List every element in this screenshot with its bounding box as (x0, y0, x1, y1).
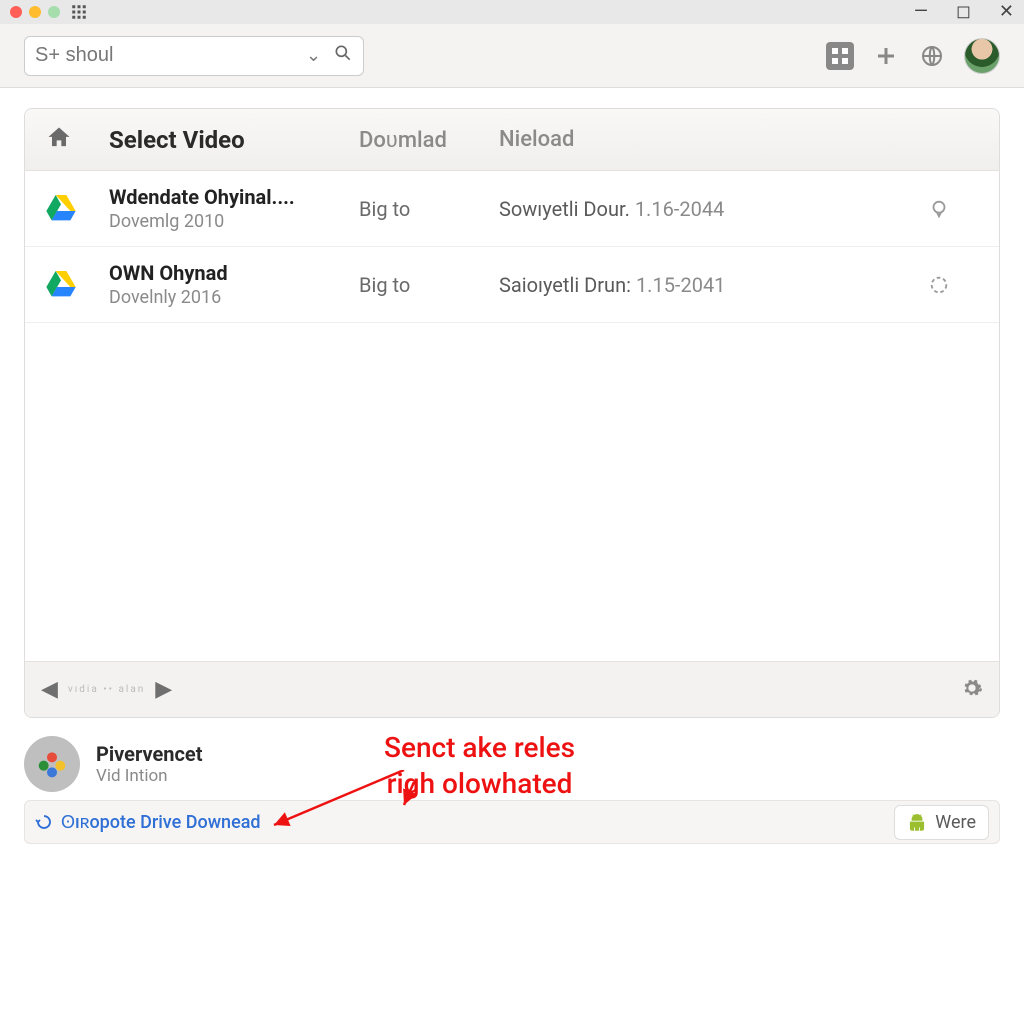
row-download: Big to (359, 197, 499, 221)
account-badge-icon[interactable] (24, 736, 80, 792)
column-nieload: Nieload (499, 127, 899, 152)
row-nieload: Sowıyetli Dour. 1.16-2044 (499, 197, 899, 221)
android-icon (907, 812, 927, 832)
were-button[interactable]: Were (894, 805, 989, 840)
row-title: OWN Ohynad (109, 261, 359, 285)
account-strip: Pivervencet Vid Intion Senct ake reles r… (24, 736, 1000, 792)
row-subtitle: Dovelnly 2016 (109, 287, 359, 308)
toolbar: ⌄ (0, 24, 1024, 88)
grid-view-icon[interactable] (826, 42, 854, 70)
table-row[interactable]: OWN Ohynad Dovelnly 2016 Big to Saioıyet… (25, 247, 999, 323)
drive-download-label: ʘıʀopote Drive Downead (61, 812, 261, 833)
row-main: OWN Ohynad Dovelnly 2016 (109, 261, 359, 308)
drive-icon (45, 267, 109, 303)
minimize-icon[interactable]: — (914, 3, 928, 21)
search-input[interactable] (35, 44, 300, 67)
maximize-window-button[interactable] (48, 6, 60, 18)
app-logo-icon (70, 3, 88, 21)
close-icon[interactable]: ✕ (999, 3, 1014, 21)
table-row[interactable]: Wdendate Ohyinal.... Dovemlg 2010 Big to… (25, 171, 999, 247)
row-subtitle: Dovemlg 2010 (109, 211, 359, 232)
were-button-label: Were (935, 812, 976, 833)
pager: ◀ vıdia •• alan ▶ (41, 677, 172, 702)
row-nieload-text: Sowıyetli Dour. (499, 197, 630, 221)
window-traffic-lights (10, 6, 60, 18)
row-nieload-date: 1.15-2041 (636, 273, 725, 297)
globe-icon[interactable] (918, 42, 946, 70)
close-window-button[interactable] (10, 6, 22, 18)
main-panel: Select Video Doʋmlad Nieload Wdendate Oh… (24, 108, 1000, 718)
bottom-bar: ʘıʀopote Drive Downead Were (24, 800, 1000, 844)
row-status-icon[interactable] (899, 198, 979, 220)
annotation-text: Senct ake reles righ olowhated (384, 730, 575, 803)
chevron-down-icon[interactable]: ⌄ (300, 45, 327, 66)
add-icon[interactable] (872, 42, 900, 70)
column-download: Doʋmlad (359, 127, 499, 153)
drive-icon (45, 191, 109, 227)
panel-footer: ◀ vıdia •• alan ▶ (25, 661, 999, 717)
restore-icon[interactable]: ◻ (956, 3, 971, 21)
row-title: Wdendate Ohyinal.... (109, 185, 359, 209)
row-main: Wdendate Ohyinal.... Dovemlg 2010 (109, 185, 359, 232)
row-nieload: Saioıyetli Drun: 1.15-2041 (499, 273, 899, 297)
user-avatar[interactable] (964, 38, 1000, 74)
home-icon[interactable] (45, 124, 109, 156)
row-status-spinner-icon[interactable] (899, 274, 979, 296)
titlebar: — ◻ ✕ (0, 0, 1024, 24)
row-download: Big to (359, 273, 499, 297)
panel-header: Select Video Doʋmlad Nieload (25, 109, 999, 171)
prev-page-icon[interactable]: ◀ (41, 677, 58, 702)
account-subtitle: Vid Intion (96, 766, 202, 786)
gear-icon[interactable] (961, 677, 983, 703)
rows-container: Wdendate Ohyinal.... Dovemlg 2010 Big to… (25, 171, 999, 661)
drive-download-link[interactable]: ʘıʀopote Drive Downead (35, 812, 261, 833)
search-icon[interactable] (327, 43, 359, 68)
row-nieload-text: Saioıyetli Drun: (499, 273, 631, 297)
account-text: Pivervencet Vid Intion (96, 742, 202, 786)
search-box[interactable]: ⌄ (24, 36, 364, 76)
toolbar-right (826, 38, 1000, 74)
row-nieload-date: 1.16-2044 (635, 197, 724, 221)
next-page-icon[interactable]: ▶ (155, 677, 172, 702)
panel-title: Select Video (109, 126, 359, 154)
account-name: Pivervencet (96, 742, 202, 766)
pager-label: vıdia •• alan (68, 684, 145, 695)
window-controls: — ◻ ✕ (914, 3, 1014, 21)
minimize-window-button[interactable] (29, 6, 41, 18)
